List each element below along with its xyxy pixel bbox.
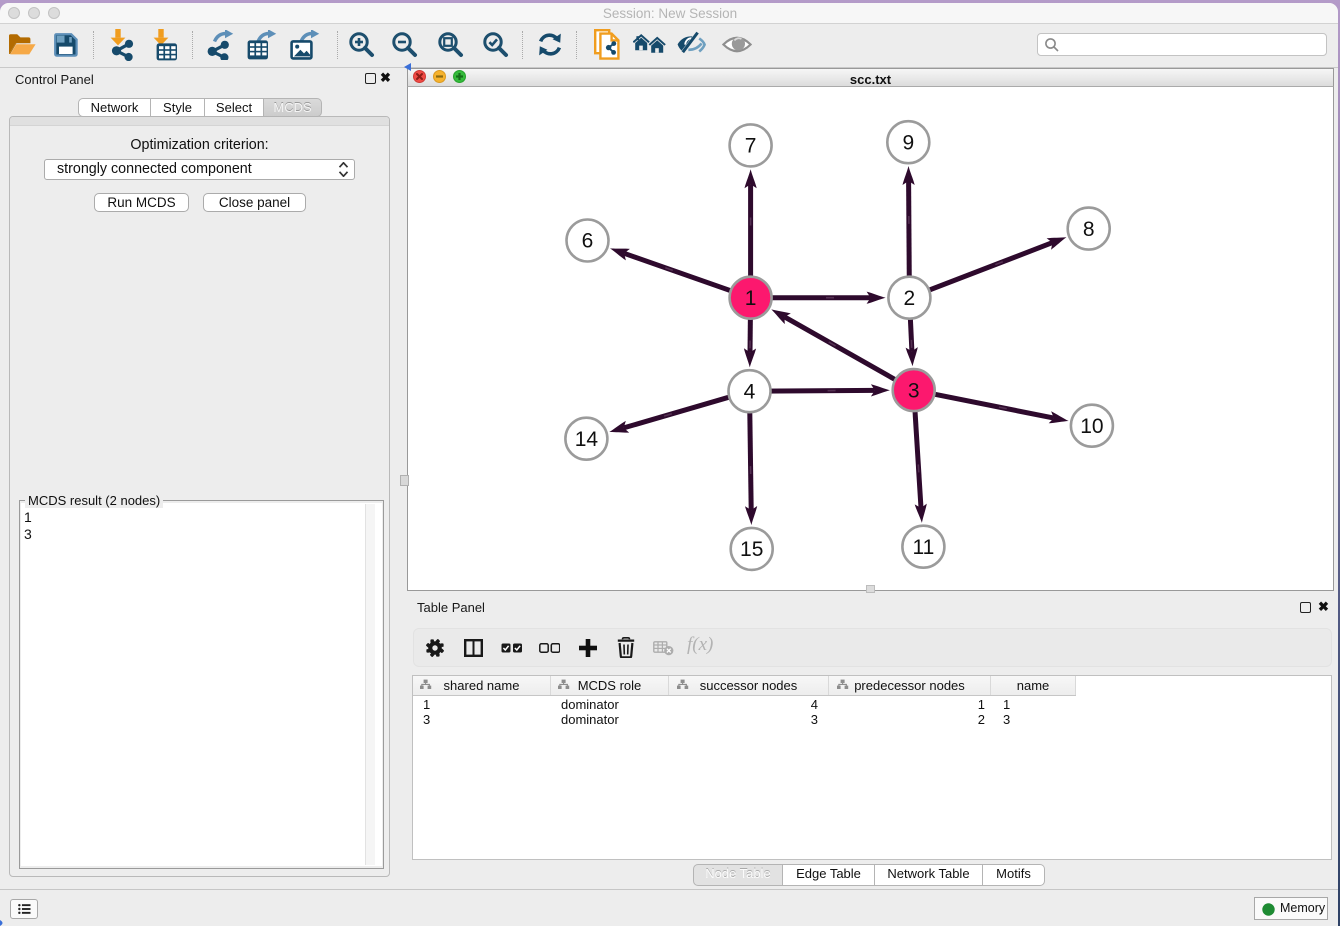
svg-text:1: 1 <box>745 287 757 310</box>
svg-text:9: 9 <box>902 131 914 154</box>
svg-text:2: 2 <box>904 287 916 310</box>
svg-text:14: 14 <box>575 428 599 451</box>
svg-text:15: 15 <box>740 538 763 561</box>
svg-text:10: 10 <box>1080 415 1103 438</box>
svg-text:7: 7 <box>745 135 757 158</box>
svg-text:8: 8 <box>1083 218 1095 241</box>
svg-text:11: 11 <box>912 536 934 559</box>
svg-text:4: 4 <box>744 380 756 403</box>
svg-text:3: 3 <box>908 379 920 402</box>
svg-text:6: 6 <box>582 230 594 253</box>
